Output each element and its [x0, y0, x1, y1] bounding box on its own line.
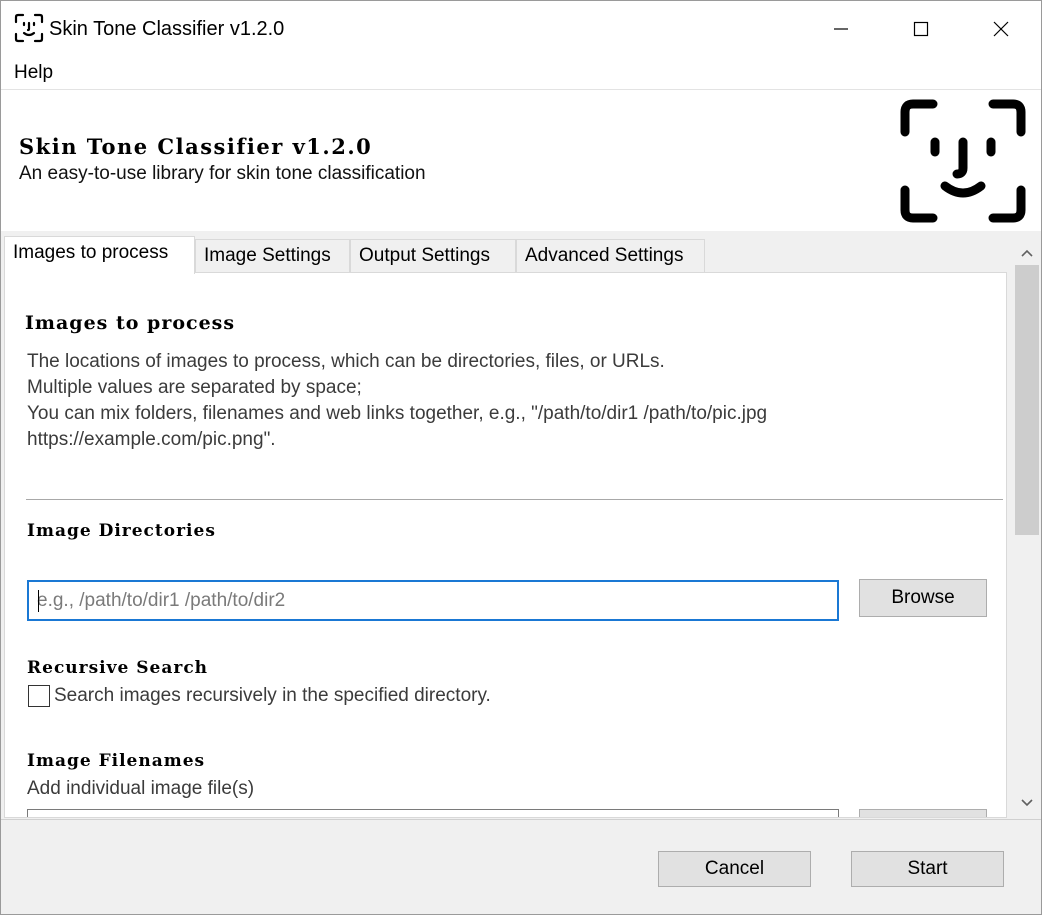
recursive-search-checkbox[interactable] [28, 685, 50, 707]
menu-bar: Help [1, 57, 1041, 89]
cancel-button[interactable]: Cancel [658, 851, 811, 887]
tab-output-settings[interactable]: Output Settings [350, 239, 516, 273]
tab-advanced-settings[interactable]: Advanced Settings [516, 239, 705, 273]
text-caret [38, 590, 39, 612]
section-title: Images to process [25, 312, 236, 334]
image-filenames-field[interactable] [27, 809, 839, 817]
recursive-search-label[interactable]: Search images recursively in the specifi… [54, 683, 491, 709]
close-button[interactable] [961, 1, 1041, 57]
scroll-down-button[interactable] [1013, 789, 1041, 817]
chevron-up-icon [1021, 249, 1033, 257]
tab-panel: Images to process The locations of image… [4, 272, 1007, 818]
menu-item-help[interactable]: Help [14, 62, 53, 84]
section-description-line: The locations of images to process, whic… [27, 351, 665, 372]
tab-images-to-process[interactable]: Images to process [4, 236, 195, 274]
app-header: Skin Tone Classifier v1.2.0 An easy-to-u… [1, 89, 1041, 231]
scroll-thumb[interactable] [1015, 265, 1039, 535]
maximize-icon [913, 21, 929, 37]
face-id-logo-icon [900, 99, 1026, 223]
image-directories-title: Image Directories [27, 521, 216, 541]
window-title: Skin Tone Classifier v1.2.0 [49, 18, 285, 40]
title-bar[interactable]: Skin Tone Classifier v1.2.0 [1, 1, 1041, 57]
section-description-line: Multiple values are separated by space; [27, 377, 362, 398]
image-filenames-title: Image Filenames [27, 751, 206, 771]
app-title: Skin Tone Classifier v1.2.0 [19, 134, 373, 159]
maximize-button[interactable] [881, 1, 961, 57]
image-directories-field[interactable] [27, 580, 839, 621]
section-description-line: You can mix folders, filenames and web l… [27, 403, 768, 424]
image-directories-input[interactable] [29, 582, 837, 619]
app-window: Skin Tone Classifier v1.2.0 Help Skin To… [0, 0, 1042, 915]
browse-directories-button[interactable]: Browse [859, 579, 987, 617]
section-divider [26, 499, 1003, 500]
tab-image-settings[interactable]: Image Settings [195, 239, 350, 273]
scroll-up-button[interactable] [1013, 239, 1041, 267]
app-subtitle: An easy-to-use library for skin tone cla… [19, 163, 426, 184]
dialog-footer: Cancel Start [1, 819, 1041, 914]
start-button[interactable]: Start [851, 851, 1004, 887]
tab-bar: Images to process Image Settings Output … [1, 233, 1013, 274]
minimize-button[interactable] [801, 1, 881, 57]
recursive-search-title: Recursive Search [27, 658, 209, 678]
chevron-down-icon [1021, 799, 1033, 807]
face-id-icon [14, 13, 44, 43]
minimize-icon [834, 28, 848, 30]
browse-filenames-button[interactable] [859, 809, 987, 817]
vertical-scrollbar[interactable] [1013, 233, 1041, 819]
section-description-line: https://example.com/pic.png". [27, 429, 276, 450]
close-icon [993, 21, 1009, 37]
image-filenames-description: Add individual image file(s) [27, 778, 255, 799]
